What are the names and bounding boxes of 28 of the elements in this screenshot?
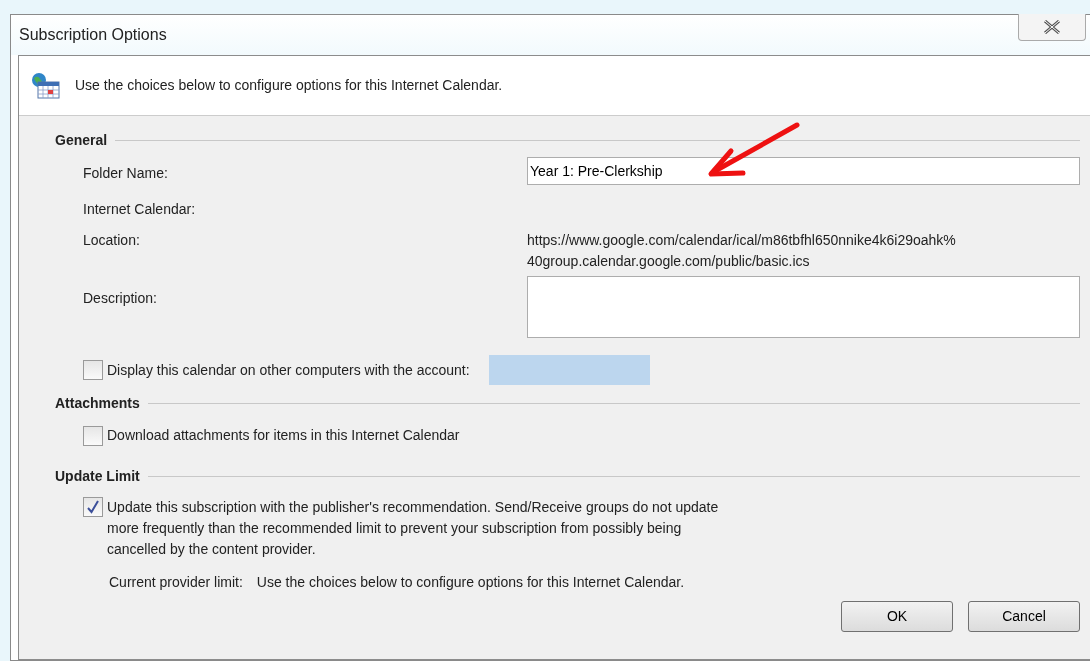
close-button[interactable]: [1018, 14, 1086, 41]
field-label: Current provider limit:: [109, 573, 243, 592]
header-text: Use the choices below to configure options for this Internet Calendar.: [75, 76, 503, 95]
calendar-icon: [31, 71, 61, 100]
close-icon: [1043, 20, 1061, 34]
checkbox[interactable]: [83, 425, 103, 446]
account-field[interactable]: [488, 355, 650, 385]
field-label: Location:: [83, 232, 140, 248]
dialog-button[interactable]: Cancel: [968, 601, 1080, 632]
section-heading: Attachments: [55, 394, 140, 413]
section-heading: General: [55, 131, 108, 150]
window-title: Subscription Options: [19, 25, 167, 45]
checkbox-label: Update this subscription with the publisher's recommendation. Send/Receive groups do not update more frequently than the recommended limit to prevent your subscription from possibly being cancelled by the content provider.: [107, 498, 720, 559]
checkmark-icon: [86, 500, 100, 514]
description-field[interactable]: [527, 276, 1080, 338]
checkbox[interactable]: [83, 497, 103, 517]
checkbox-label: Display this calendar on other computers with the account:: [107, 360, 470, 380]
field-label: Internet Calendar:: [83, 201, 196, 217]
folder-name-field[interactable]: Year 1: Pre-Clerkship: [527, 157, 1080, 185]
field-label: Description:: [83, 290, 157, 306]
location-url: https://www.google.com/calendar/ical/m86tbfhl650nnike4k6i29oahk%: [527, 232, 956, 248]
section-heading: Update Limit: [55, 467, 140, 486]
field-label: Folder Name:: [83, 165, 168, 181]
field-value: Use the choices below to configure options for this Internet Calendar.: [256, 573, 685, 592]
checkbox-label: Download attachments for items in this Internet Calendar: [107, 426, 460, 445]
dialog-button[interactable]: OK: [841, 601, 953, 632]
location-url: 40group.calendar.google.com/public/basic.ics: [527, 253, 810, 269]
checkbox[interactable]: [83, 360, 103, 380]
